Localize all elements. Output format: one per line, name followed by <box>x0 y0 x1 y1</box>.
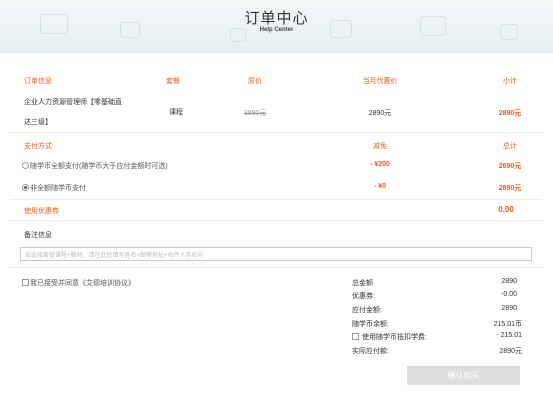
radio-full-coin[interactable] <box>22 161 29 169</box>
payment-option-full-label: 随学币全额支付(随学币大于应付金额时可选) <box>30 163 168 170</box>
payment-option-full[interactable]: 随学币全额支付(随学币大于应付金额时可选) <box>22 161 168 171</box>
summary-balance-label: 随学币余额: <box>352 321 389 328</box>
divider <box>10 220 542 221</box>
summary-actual-label: 实际应付款: <box>352 348 389 355</box>
total-partial: 2890元 <box>498 185 522 192</box>
course-name-line1: 企业人力资源管理师【零基础直 <box>24 99 122 106</box>
course-name-line2: 达三级】 <box>24 119 52 126</box>
summary-coupon: -0.00 <box>501 291 517 298</box>
radio-partial-coin[interactable] <box>22 183 29 191</box>
summary-payable-label: 应付金额: <box>352 307 382 314</box>
summary-total: 2890 <box>501 278 517 285</box>
summary-actual: 2890元 <box>499 348 522 355</box>
discount-price: 2890元 <box>368 110 392 117</box>
summary-use-coin-value: - 215.01 <box>496 332 522 339</box>
summary-coupon-label: 优惠券: <box>352 293 375 300</box>
total-full: 2690元 <box>498 163 522 170</box>
page-title: 订单中心 <box>244 10 309 27</box>
divider <box>10 267 542 268</box>
agreement-row[interactable]: 我已接受并同意《艾德培训协议》 <box>22 278 135 288</box>
summary-balance: 215.01币 <box>493 321 522 328</box>
summary-total-label: 总金额 <box>352 280 373 287</box>
use-coin-checkbox[interactable] <box>352 332 359 340</box>
col-header-info: 订单信息 <box>24 78 52 85</box>
col-header-subtotal: 小计 <box>503 78 517 85</box>
summary-payable: 2890 <box>501 305 517 312</box>
payment-option-partial[interactable]: 非全额随学币支付 <box>22 183 86 193</box>
divider <box>10 132 542 133</box>
coupon-label[interactable]: 使用优惠券 <box>24 206 59 216</box>
reduction-header: 减免 <box>373 143 387 150</box>
course-type: 课程 <box>169 109 183 116</box>
original-price: 3890元 <box>243 110 267 117</box>
payment-method-header: 支付方式 <box>24 143 52 150</box>
col-header-orig: 原价 <box>248 78 262 85</box>
agreement-label: 我已接受并同意《艾德培训协议》 <box>30 280 135 287</box>
page-subtitle: Help Center <box>259 27 294 33</box>
confirm-purchase-button[interactable]: 确认购买 <box>407 366 520 385</box>
reduce-partial: - ¥0 <box>373 183 387 190</box>
page-header: 订单中心 Help Center <box>0 0 553 53</box>
divider <box>10 199 542 200</box>
coupon-value: 0.00 <box>498 205 514 214</box>
payment-option-partial-label: 非全额随学币支付 <box>30 185 86 192</box>
remark-label: 备注信息 <box>24 232 52 239</box>
reduce-full: - ¥200 <box>370 161 390 168</box>
row-subtotal: 2890元 <box>498 110 522 117</box>
summary-use-coin[interactable]: 使用随学币抵扣学费: <box>352 332 427 342</box>
agreement-checkbox[interactable] <box>22 278 29 286</box>
col-header-type: 套餐 <box>166 78 180 85</box>
total-header: 总计 <box>503 143 517 150</box>
summary-use-coin-label: 使用随学币抵扣学费: <box>361 334 427 341</box>
col-header-disc: 当月优惠价 <box>362 78 398 85</box>
remark-input[interactable]: 如选择套餐课程+教材，请在此处填写姓名+邮寄地址+收件人手机号 <box>20 247 532 261</box>
